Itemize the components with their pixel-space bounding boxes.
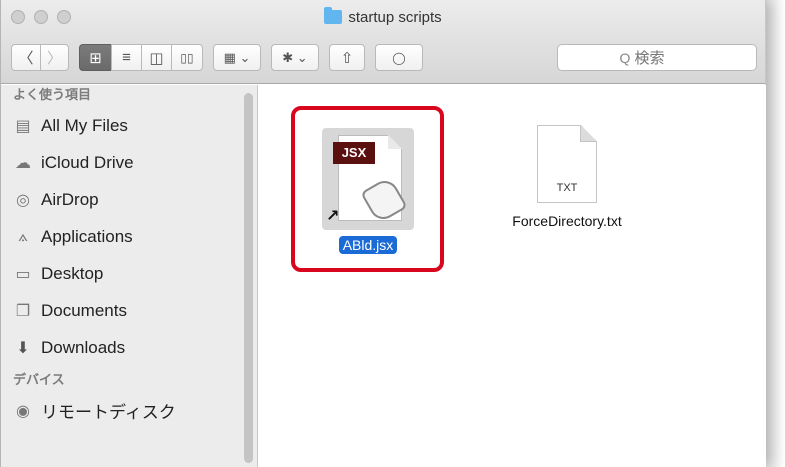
sidebar-item-airdrop[interactable]: ◎ AirDrop: [1, 181, 257, 218]
sidebar-header-favorites: よく使う項目: [13, 88, 92, 103]
chevron-right-icon: 〉: [46, 50, 62, 67]
sidebar-item-desktop[interactable]: ▭ Desktop: [1, 255, 257, 292]
sidebar-scrollbar[interactable]: [244, 87, 253, 465]
documents-icon: ❐: [15, 302, 31, 320]
chevron-left-icon: 〈: [18, 50, 34, 67]
window-title: startup scripts: [1, 7, 765, 26]
file-type-badge: TXT: [556, 182, 578, 194]
grid-icon: ⊞: [89, 49, 102, 67]
coverflow-view-button[interactable]: ▯▯: [171, 44, 203, 71]
sidebar-item-label: リモートディスク: [41, 403, 176, 423]
tag-icon: ◯: [392, 50, 406, 65]
share-button[interactable]: ⇧: [329, 44, 365, 71]
folder-icon: [324, 7, 343, 24]
gear-icon: ✱ ⌄: [282, 49, 308, 65]
desktop-icon: ▭: [15, 265, 31, 283]
all-files-icon: ▤: [15, 117, 31, 135]
tags-button[interactable]: ◯: [375, 44, 423, 71]
action-button[interactable]: ✱ ⌄: [271, 44, 319, 71]
sidebar-item-documents[interactable]: ❐ Documents: [1, 292, 257, 329]
finder-window: startup scripts 〈 〉 ⊞ ≡ ◫ ▯▯ ▦ ⌄ ✱ ⌄ ⇧ ◯…: [0, 0, 766, 467]
sidebar-header-devices: デバイス: [13, 373, 65, 388]
icon-view-button[interactable]: ⊞: [79, 44, 111, 71]
annotation-highlight-box: [291, 106, 444, 272]
sidebar-item-label: Documents: [41, 300, 127, 320]
columns-icon: ◫: [149, 49, 164, 67]
forward-button[interactable]: 〉: [40, 44, 69, 71]
cloud-icon: ☁: [15, 154, 31, 172]
share-icon: ⇧: [340, 49, 354, 67]
sidebar-item-downloads[interactable]: ⬇ Downloads: [1, 329, 257, 366]
sidebar-item-label: iCloud Drive: [41, 152, 134, 172]
sidebar: よく使う項目 ▤ All My Files ☁ iCloud Drive ◎ A…: [1, 85, 258, 467]
sidebar-item-label: Desktop: [41, 263, 104, 283]
applications-icon: ⟑: [18, 227, 28, 245]
airdrop-icon: ◎: [16, 191, 30, 209]
search-field[interactable]: Q: [557, 44, 757, 71]
nav-group: 〈 〉: [11, 44, 69, 71]
sidebar-item-remote-disc[interactable]: ◉ リモートディスク: [1, 392, 257, 429]
file-item-forcedirectory-txt[interactable]: TXT ForceDirectory.txt: [487, 125, 647, 229]
txt-file-icon: TXT: [537, 125, 597, 203]
sidebar-item-icloud-drive[interactable]: ☁ iCloud Drive: [1, 144, 257, 181]
coverflow-icon: ▯▯: [180, 50, 194, 65]
sidebar-item-label: Downloads: [41, 337, 126, 357]
search-input[interactable]: [634, 48, 695, 67]
sidebar-item-label: All My Files: [41, 115, 128, 135]
back-button[interactable]: 〈: [11, 44, 40, 71]
sidebar-item-all-my-files[interactable]: ▤ All My Files: [1, 107, 257, 144]
toolbar: 〈 〉 ⊞ ≡ ◫ ▯▯ ▦ ⌄ ✱ ⌄ ⇧ ◯: [11, 44, 423, 71]
file-name: ForceDirectory.txt: [512, 213, 622, 229]
sidebar-item-label: Applications: [41, 226, 133, 246]
title-bar: startup scripts 〈 〉 ⊞ ≡ ◫ ▯▯ ▦ ⌄ ✱ ⌄ ⇧ ◯…: [1, 0, 765, 84]
sidebar-item-applications[interactable]: ⟑ Applications: [1, 218, 257, 255]
sidebar-scroll-thumb[interactable]: [244, 93, 253, 463]
list-icon: ≡: [122, 49, 131, 66]
downloads-icon: ⬇: [16, 339, 30, 357]
arrange-icon: ▦ ⌄: [223, 49, 251, 65]
view-mode-group: ⊞ ≡ ◫ ▯▯: [79, 44, 203, 71]
remote-disc-icon: ◉: [16, 402, 30, 420]
sidebar-item-label: AirDrop: [41, 189, 99, 209]
column-view-button[interactable]: ◫: [141, 44, 171, 71]
search-icon: Q: [619, 49, 631, 66]
window-shadow: [766, 0, 785, 467]
list-view-button[interactable]: ≡: [111, 44, 141, 71]
arrange-button[interactable]: ▦ ⌄: [213, 44, 261, 71]
